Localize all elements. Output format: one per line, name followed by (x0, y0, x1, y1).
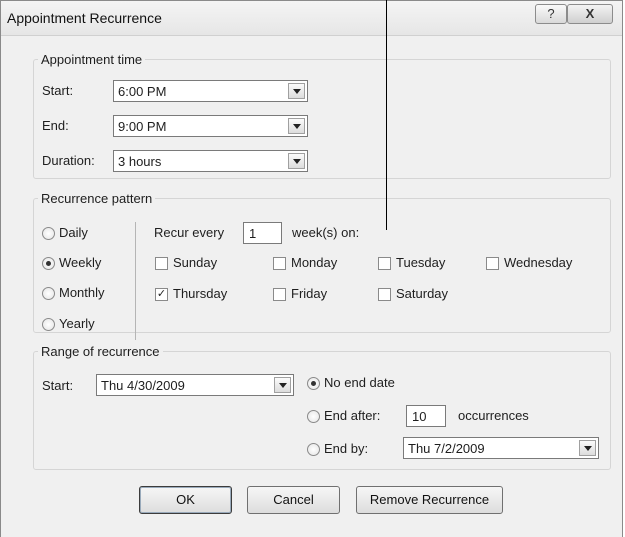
duration-label: Duration: (42, 153, 95, 168)
chevron-down-icon[interactable] (288, 118, 305, 134)
end-time-value: 9:00 PM (118, 119, 167, 134)
saturday-checkbox[interactable] (378, 288, 391, 301)
end-by-value: Thu 7/2/2009 (408, 441, 485, 456)
friday-checkbox[interactable] (273, 288, 286, 301)
thursday-label[interactable]: Thursday (173, 286, 227, 301)
window-title: Appointment Recurrence (7, 10, 162, 26)
yearly-label[interactable]: Yearly (59, 316, 95, 331)
start-time-label: Start: (42, 83, 74, 98)
weekly-label[interactable]: Weekly (59, 255, 101, 270)
range-start-value: Thu 4/30/2009 (101, 378, 185, 393)
weekly-radio[interactable] (42, 257, 55, 270)
start-time-value: 6:00 PM (118, 84, 167, 99)
end-by-combo[interactable]: Thu 7/2/2009 (403, 437, 599, 459)
range-legend: Range of recurrence (41, 344, 160, 359)
recurrence-pattern-group: Recurrence pattern Daily Weekly Monthly … (33, 191, 611, 340)
end-by-radio[interactable] (307, 443, 320, 456)
wednesday-checkbox[interactable] (486, 257, 499, 270)
end-time-label: End: (42, 118, 69, 133)
monthly-radio[interactable] (42, 287, 55, 300)
monday-label[interactable]: Monday (291, 255, 337, 270)
end-after-label[interactable]: End after: (324, 408, 380, 423)
no-end-date-label[interactable]: No end date (324, 375, 395, 390)
range-of-recurrence-group: Range of recurrence Start: Thu 4/30/2009… (33, 344, 611, 470)
recur-every-value: 1 (249, 226, 257, 241)
help-button[interactable]: ? (535, 4, 567, 24)
end-time-combo[interactable]: 9:00 PM (113, 115, 308, 137)
tuesday-label[interactable]: Tuesday (396, 255, 445, 270)
range-start-combo[interactable]: Thu 4/30/2009 (96, 374, 294, 396)
daily-radio[interactable] (42, 227, 55, 240)
remove-recurrence-button[interactable]: Remove Recurrence (356, 486, 503, 514)
duration-value: 3 hours (118, 154, 162, 169)
monday-checkbox[interactable] (273, 257, 286, 270)
chevron-down-icon[interactable] (288, 153, 305, 169)
range-start-label: Start: (42, 378, 74, 393)
end-after-radio[interactable] (307, 410, 320, 423)
start-time-combo[interactable]: 6:00 PM (113, 80, 308, 102)
chevron-down-icon[interactable] (579, 440, 596, 456)
end-after-value: 10 (412, 409, 427, 424)
tuesday-checkbox[interactable] (378, 257, 391, 270)
callout-line (386, 0, 387, 230)
weeks-on-label: week(s) on: (292, 225, 360, 240)
appointment-recurrence-dialog: Appointment Recurrence ? X Appointment t… (0, 0, 623, 537)
duration-combo[interactable]: 3 hours (113, 150, 308, 172)
occurrences-label: occurrences (458, 408, 529, 423)
recurrence-pattern-legend: Recurrence pattern (41, 191, 153, 206)
recur-every-label: Recur every (154, 225, 225, 240)
saturday-label[interactable]: Saturday (396, 286, 448, 301)
chevron-down-icon[interactable] (288, 83, 305, 99)
recur-every-input[interactable]: 1 (243, 222, 282, 244)
pattern-divider (135, 222, 136, 340)
monthly-label[interactable]: Monthly (59, 285, 105, 300)
appointment-time-group: Appointment time Start: 6:00 PM End: 9:0… (33, 52, 611, 179)
close-button[interactable]: X (567, 4, 613, 24)
end-by-label[interactable]: End by: (324, 441, 368, 456)
sunday-label[interactable]: Sunday (173, 255, 217, 270)
friday-label[interactable]: Friday (291, 286, 327, 301)
cancel-button[interactable]: Cancel (247, 486, 340, 514)
daily-label[interactable]: Daily (59, 225, 88, 240)
wednesday-label[interactable]: Wednesday (504, 255, 572, 270)
no-end-date-radio[interactable] (307, 377, 320, 390)
sunday-checkbox[interactable] (155, 257, 168, 270)
yearly-radio[interactable] (42, 318, 55, 331)
chevron-down-icon[interactable] (274, 377, 291, 393)
end-after-input[interactable]: 10 (406, 405, 446, 427)
ok-button[interactable]: OK (139, 486, 232, 514)
title-bar: Appointment Recurrence ? X (1, 1, 622, 36)
thursday-checkbox[interactable]: ✓ (155, 288, 168, 301)
appointment-time-legend: Appointment time (41, 52, 143, 67)
